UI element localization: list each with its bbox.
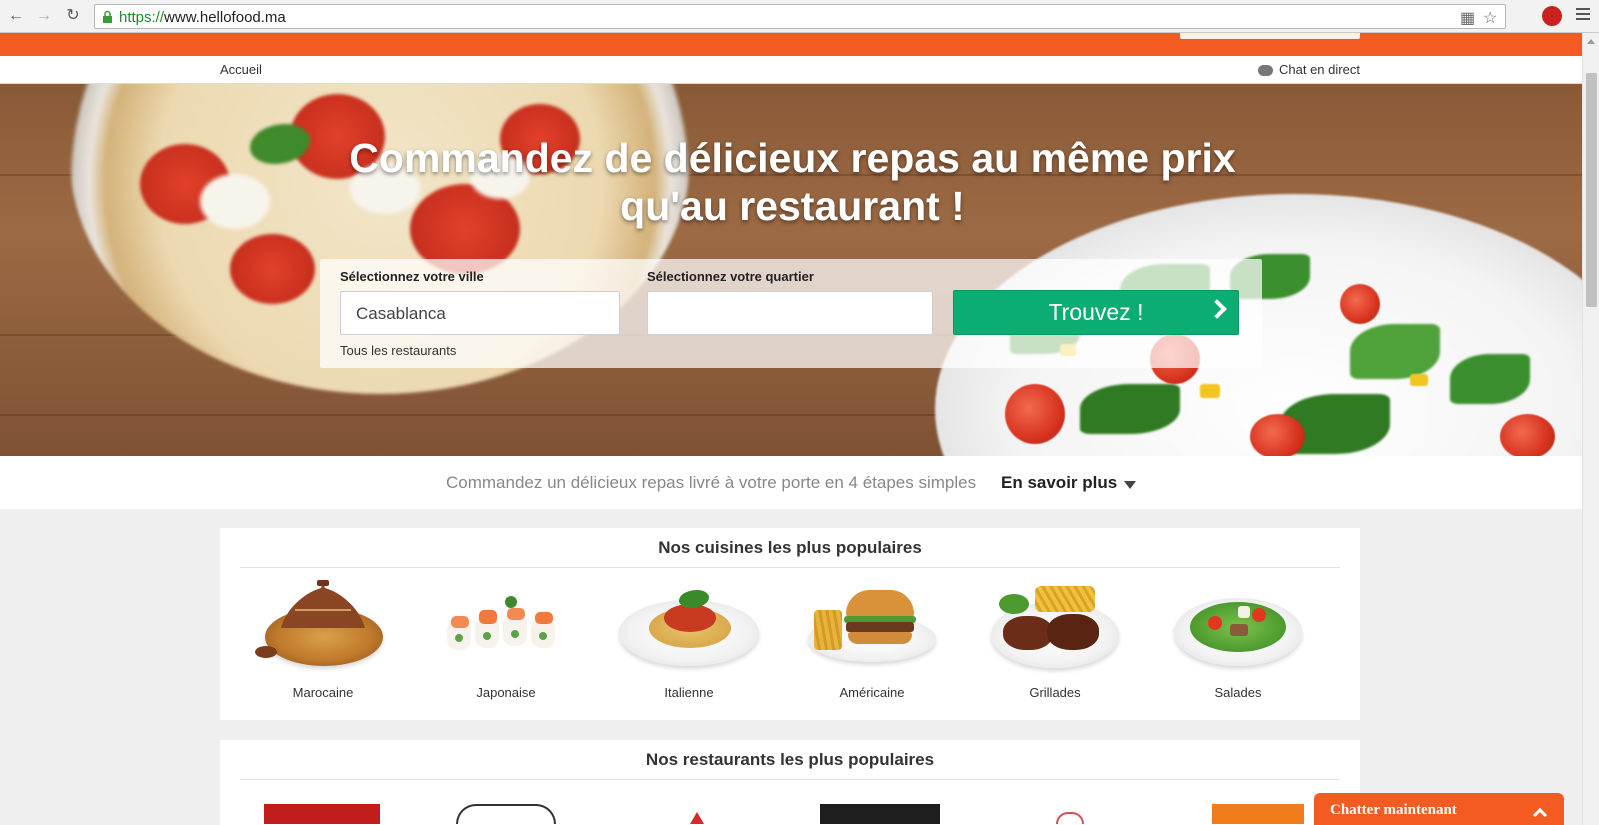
restaurant-logo[interactable] bbox=[690, 812, 704, 824]
restaurants-title: Nos restaurants les plus populaires bbox=[645, 750, 935, 769]
page-viewport: Accueil Chat en direct Commandez de déli… bbox=[0, 33, 1582, 825]
cuisine-label: Japonaise bbox=[476, 685, 536, 700]
district-select[interactable] bbox=[647, 291, 933, 335]
scroll-thumb[interactable] bbox=[1586, 73, 1597, 307]
cuisine-item-salades[interactable]: Salades bbox=[1163, 580, 1313, 700]
restaurant-logo[interactable] bbox=[1212, 804, 1304, 824]
star-icon[interactable]: ☆ bbox=[1483, 8, 1497, 28]
cuisines-title: Nos cuisines les plus populaires bbox=[658, 538, 922, 557]
cuisine-item-marocaine[interactable]: Marocaine bbox=[248, 580, 398, 700]
pasta-image bbox=[619, 580, 759, 672]
cuisine-label: Américaine bbox=[839, 685, 905, 700]
learn-more-link[interactable]: En savoir plus bbox=[1001, 473, 1117, 493]
cuisine-item-japonaise[interactable]: Japonaise bbox=[431, 580, 581, 700]
cuisine-label: Italienne bbox=[664, 685, 714, 700]
url-text: https://www.hellofood.ma bbox=[119, 9, 286, 26]
chat-bubble-icon bbox=[1258, 65, 1273, 76]
salad-image bbox=[1168, 580, 1308, 672]
district-label: Sélectionnez votre quartier bbox=[647, 269, 814, 284]
city-select[interactable]: Casablanca bbox=[340, 291, 620, 335]
live-chat-link[interactable]: Chat en direct bbox=[1279, 62, 1360, 77]
cuisine-item-grillades[interactable]: Grillades bbox=[980, 580, 1130, 700]
back-icon[interactable]: ← bbox=[6, 6, 26, 26]
sub-navigation: Accueil Chat en direct bbox=[0, 56, 1582, 84]
header-search-input[interactable] bbox=[1180, 33, 1360, 39]
chevron-up-icon[interactable] bbox=[1532, 807, 1548, 823]
restaurant-logo[interactable] bbox=[456, 804, 556, 824]
cuisine-item-italienne[interactable]: Italienne bbox=[614, 580, 764, 700]
menu-icon[interactable] bbox=[1576, 8, 1590, 22]
find-button-label: Trouvez ! bbox=[1048, 299, 1144, 325]
search-panel: Sélectionnez votre ville Casablanca Tous… bbox=[320, 259, 1262, 368]
divider bbox=[240, 567, 1340, 568]
lock-icon bbox=[103, 10, 112, 23]
address-bar[interactable]: https://www.hellofood.ma ▦ ☆ bbox=[94, 4, 1506, 29]
burger-image bbox=[802, 580, 942, 672]
reload-icon[interactable]: ↻ bbox=[63, 6, 83, 26]
cuisine-label: Salades bbox=[1214, 685, 1262, 700]
extension-icon[interactable] bbox=[1542, 6, 1562, 26]
cuisines-card: Nos cuisines les plus populaires Marocai… bbox=[220, 528, 1360, 720]
how-it-works-text: Commandez un délicieux repas livré à vot… bbox=[446, 473, 977, 492]
forward-icon[interactable]: → bbox=[34, 6, 54, 26]
translate-icon[interactable]: ▦ bbox=[1460, 8, 1475, 28]
sushi-image bbox=[436, 580, 576, 672]
chevron-right-icon bbox=[1207, 299, 1227, 319]
caret-down-icon[interactable] bbox=[1124, 481, 1136, 489]
scroll-up-icon[interactable] bbox=[1587, 39, 1595, 44]
grill-image bbox=[985, 580, 1125, 672]
city-label: Sélectionnez votre ville bbox=[340, 269, 484, 284]
cuisine-label: Grillades bbox=[1029, 685, 1081, 700]
cuisine-item-americaine[interactable]: Américaine bbox=[797, 580, 947, 700]
chat-now-label: Chatter maintenant bbox=[1330, 802, 1457, 818]
cuisine-label: Marocaine bbox=[292, 685, 354, 700]
hero-banner: Commandez de délicieux repas au même pri… bbox=[0, 84, 1582, 456]
tajine-image bbox=[253, 580, 393, 672]
chat-now-widget[interactable]: Chatter maintenant bbox=[1314, 793, 1564, 825]
find-button[interactable]: Trouvez ! bbox=[953, 290, 1239, 335]
page-scrollbar[interactable] bbox=[1582, 33, 1599, 825]
divider bbox=[240, 779, 1340, 780]
restaurants-card: Nos restaurants les plus populaires bbox=[220, 740, 1360, 825]
hero-title: Commandez de délicieux repas au même pri… bbox=[349, 135, 1236, 229]
all-restaurants-link[interactable]: Tous les restaurants bbox=[340, 343, 456, 358]
how-it-works-bar: Commandez un délicieux repas livré à vot… bbox=[0, 456, 1582, 509]
site-header bbox=[0, 33, 1582, 56]
restaurant-logo[interactable] bbox=[820, 804, 940, 824]
home-link[interactable]: Accueil bbox=[220, 62, 262, 77]
browser-toolbar: ← → ↻ https://www.hellofood.ma ▦ ☆ bbox=[0, 0, 1599, 33]
restaurant-logo[interactable] bbox=[1056, 812, 1084, 824]
restaurant-logo[interactable] bbox=[264, 804, 380, 824]
